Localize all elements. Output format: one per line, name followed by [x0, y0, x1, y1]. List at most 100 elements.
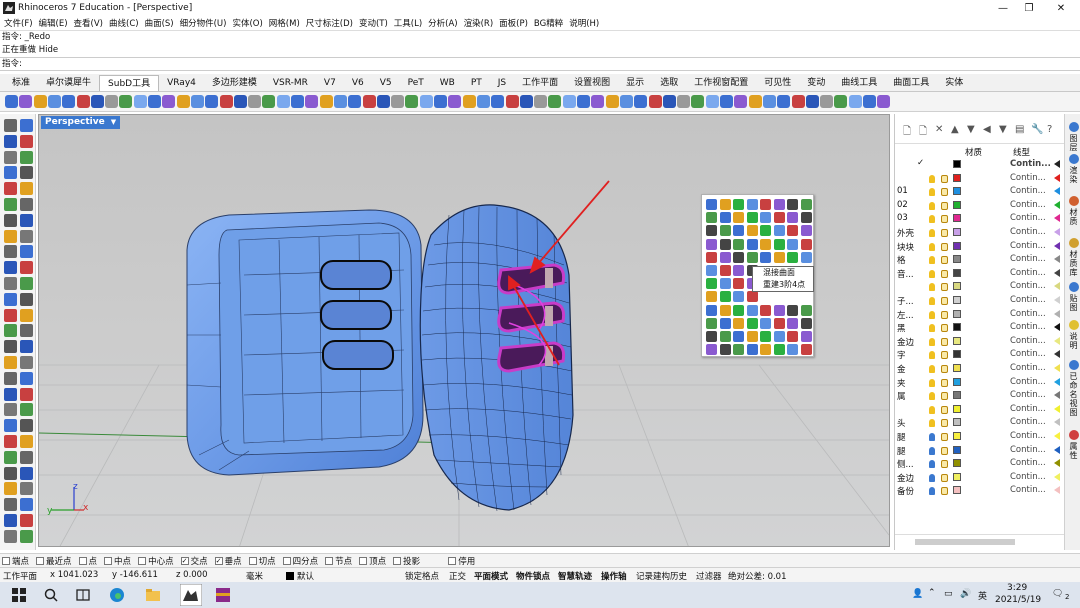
- layer-linetype[interactable]: Contin...: [1010, 254, 1046, 264]
- tool-icon[interactable]: [262, 95, 276, 108]
- layer-color-swatch[interactable]: [953, 459, 961, 468]
- menu-transform[interactable]: 变动(T): [359, 17, 388, 29]
- layer-color-swatch[interactable]: [953, 432, 961, 440]
- visibility-bulb-icon[interactable]: [929, 324, 935, 333]
- print-color-icon[interactable]: [1054, 404, 1060, 413]
- layer-linetype[interactable]: Contin...: [1010, 322, 1046, 332]
- tab-7[interactable]: V6: [344, 75, 372, 91]
- visibility-bulb-icon[interactable]: [929, 242, 935, 251]
- palette-tool-icon[interactable]: [800, 238, 812, 250]
- palette-tool-icon[interactable]: [719, 317, 731, 329]
- tab-14[interactable]: 设置视图: [566, 75, 618, 91]
- lock-icon[interactable]: [941, 433, 948, 441]
- left-tool-icon[interactable]: [20, 356, 33, 369]
- layer-name[interactable]: 属: [897, 390, 919, 402]
- osnap-item[interactable]: ✓ 垂点: [214, 555, 242, 567]
- lock-icon[interactable]: [941, 337, 948, 346]
- layer-name[interactable]: 腿: [897, 445, 919, 457]
- lock-icon[interactable]: [941, 283, 948, 292]
- tool-icon[interactable]: [476, 95, 490, 108]
- menu-help[interactable]: 说明(H): [569, 17, 599, 29]
- left-tool-icon[interactable]: [4, 166, 17, 180]
- cplane-label[interactable]: 工作平面: [3, 570, 37, 582]
- palette-tool-icon[interactable]: [706, 291, 717, 303]
- left-tool-icon[interactable]: [20, 482, 33, 496]
- left-tool-icon[interactable]: [4, 292, 17, 306]
- layer-row[interactable]: 格 Contin...: [895, 253, 1065, 267]
- tab-10[interactable]: WB: [432, 75, 463, 91]
- palette-tool-icon[interactable]: [773, 225, 785, 237]
- visibility-bulb-icon[interactable]: [929, 215, 935, 224]
- layer-color-swatch[interactable]: [953, 486, 961, 495]
- menu-panels[interactable]: 面板(P): [499, 17, 528, 29]
- tool-icon[interactable]: [190, 95, 204, 108]
- print-color-icon[interactable]: [1054, 282, 1060, 291]
- viewport-title-tab[interactable]: Perspective ▼: [41, 116, 121, 129]
- layer-color-swatch[interactable]: [953, 350, 961, 359]
- visibility-bulb-icon[interactable]: [929, 378, 935, 387]
- menu-solid[interactable]: 实体(O): [232, 17, 262, 29]
- side-tab[interactable]: 材质: [1067, 196, 1080, 226]
- palette-tool-icon[interactable]: [746, 291, 758, 303]
- print-color-icon[interactable]: [1054, 323, 1060, 332]
- palette-tool-icon[interactable]: [733, 251, 744, 263]
- print-color-icon[interactable]: [1054, 432, 1060, 440]
- layers-scrollbar[interactable]: [895, 534, 1065, 548]
- osnap-checkbox[interactable]: [36, 556, 45, 565]
- lock-icon[interactable]: [941, 324, 948, 333]
- tab-12[interactable]: JS: [490, 75, 514, 91]
- tab-0[interactable]: 标准: [4, 75, 38, 91]
- palette-tool-icon[interactable]: [760, 317, 771, 329]
- left-tool-icon[interactable]: [20, 324, 33, 338]
- osnap-checkbox[interactable]: [248, 556, 257, 565]
- menu-dimension[interactable]: 尺寸标注(D): [306, 17, 353, 29]
- layer-linetype[interactable]: Contin...: [1010, 485, 1046, 495]
- osnap-item[interactable]: 节点: [325, 555, 352, 567]
- layer-linetype[interactable]: Contin...: [1010, 186, 1046, 196]
- tool-icon[interactable]: [863, 95, 876, 108]
- palette-tool-icon[interactable]: [719, 344, 731, 356]
- lock-icon[interactable]: [941, 242, 948, 251]
- osnap-checkbox[interactable]: ✓: [180, 556, 189, 565]
- ime-indicator[interactable]: 英: [978, 589, 987, 602]
- layer-row[interactable]: 金边 Contin...: [895, 335, 1065, 349]
- osnap-checkbox[interactable]: [78, 556, 87, 565]
- layer-linetype[interactable]: Contin...: [1010, 363, 1046, 373]
- palette-tool-icon[interactable]: [760, 225, 771, 237]
- print-color-icon[interactable]: [1054, 255, 1060, 264]
- palette-tool-icon[interactable]: [760, 331, 771, 342]
- left-tool-icon[interactable]: [4, 419, 17, 433]
- palette-tool-icon[interactable]: [787, 212, 798, 224]
- command-input[interactable]: 指令:: [0, 57, 1080, 71]
- palette-tool-icon[interactable]: [746, 238, 758, 250]
- left-tool-icon[interactable]: [20, 514, 33, 527]
- tab-13[interactable]: 工作平面: [514, 75, 566, 91]
- tool-icon[interactable]: [248, 95, 262, 108]
- tab-2[interactable]: SubD工具: [99, 75, 160, 91]
- tool-icon[interactable]: [219, 95, 233, 108]
- palette-tool-icon[interactable]: [706, 212, 717, 224]
- layer-linetype[interactable]: Contin...: [1010, 472, 1046, 482]
- palette-tool-icon[interactable]: [746, 344, 758, 356]
- left-tool-icon[interactable]: [4, 182, 17, 196]
- menu-bg[interactable]: BG精粹: [534, 17, 563, 29]
- tool-icon[interactable]: [276, 95, 290, 108]
- left-tool-icon[interactable]: [4, 119, 17, 132]
- palette-tool-icon[interactable]: [787, 304, 798, 316]
- tab-21[interactable]: 曲面工具: [885, 75, 937, 91]
- tool-icon[interactable]: [691, 95, 705, 108]
- osnap-checkbox[interactable]: [359, 556, 368, 565]
- left-tool-icon[interactable]: [20, 150, 33, 164]
- menu-mesh[interactable]: 网格(M): [269, 17, 300, 29]
- layer-linetype[interactable]: Contin...: [1010, 390, 1046, 400]
- palette-tool-icon[interactable]: [733, 291, 744, 303]
- tool-icon[interactable]: [105, 95, 119, 108]
- osnap-item[interactable]: 四分点: [282, 555, 318, 567]
- osnap-item[interactable]: 顶点: [359, 555, 386, 567]
- layer-color-swatch[interactable]: [953, 296, 961, 304]
- layer-name[interactable]: 格: [897, 254, 919, 266]
- help-icon[interactable]: ?: [1047, 124, 1052, 135]
- visibility-bulb-icon[interactable]: [929, 351, 935, 360]
- print-color-icon[interactable]: [1054, 309, 1060, 318]
- layer-row[interactable]: 属 Contin...: [895, 389, 1065, 403]
